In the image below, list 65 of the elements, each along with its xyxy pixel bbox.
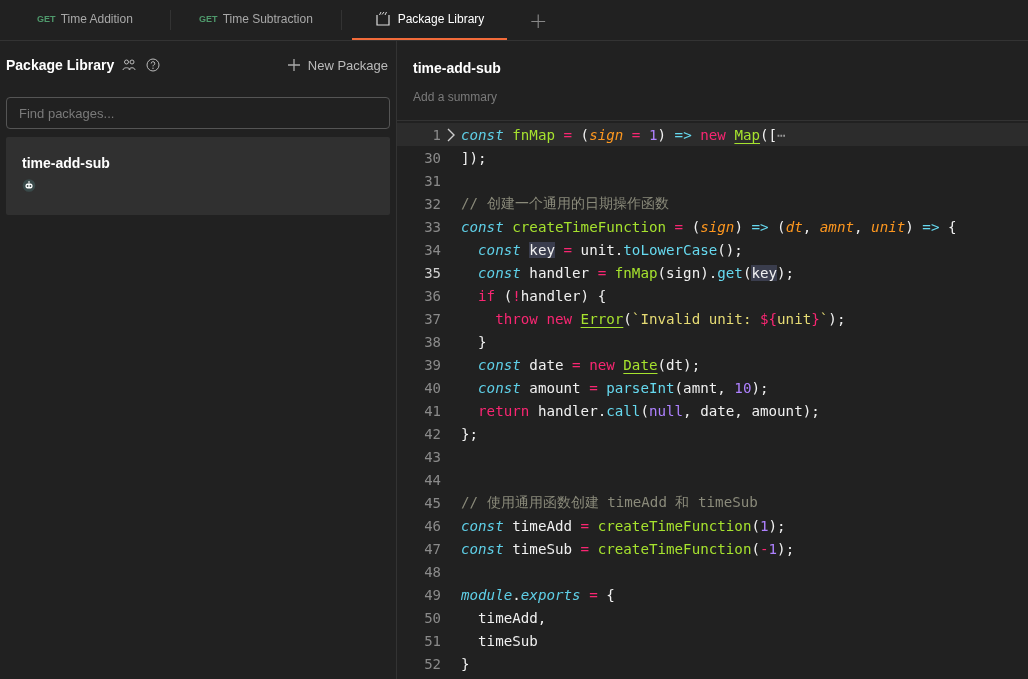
code-line: } <box>477 333 487 350</box>
help-icon <box>146 58 161 72</box>
code-line: throw new Error(`Invalid unit: ${unit}`); <box>494 310 846 327</box>
code-comment: // 创建一个通用的日期操作函数 <box>461 194 669 213</box>
code-line: const fnMap = (sign = 1) => new Map([⋯ <box>461 126 786 143</box>
line-number: 43 <box>423 448 441 465</box>
plus-icon <box>287 59 300 71</box>
code-comment: // 使用通用函数创建 timeAdd 和 timeSub <box>461 493 758 512</box>
tab-label: Package Library <box>397 12 485 26</box>
method-label: GET <box>37 14 56 24</box>
line-number: 35 <box>423 264 441 281</box>
line-number: 39 <box>423 356 441 373</box>
tab[interactable]: GET Time Addition <box>0 0 170 40</box>
robot-icon <box>22 178 36 192</box>
package-title: time-add-sub <box>412 59 502 76</box>
line-number: 37 <box>423 310 441 327</box>
summary-field[interactable]: Add a summary <box>413 89 1012 105</box>
line-number: 33 <box>423 218 441 235</box>
line-number: 31 <box>423 172 441 189</box>
code-line: } <box>461 655 470 672</box>
line-number: 44 <box>423 471 441 488</box>
tab[interactable]: Package Library <box>352 0 507 40</box>
line-number: 40 <box>423 379 441 396</box>
line-number: 36 <box>423 287 441 304</box>
code-line: const createTimeFunction = (sign) => (dt, amnt, unit) => { <box>461 218 957 235</box>
code-line: }; <box>461 425 479 442</box>
line-number: 51 <box>423 632 441 649</box>
line-number: 47 <box>423 540 441 557</box>
search-field[interactable]: Find packages... <box>6 97 390 129</box>
line-number: 50 <box>423 609 441 626</box>
line-number: 41 <box>423 402 441 419</box>
line-number: 45 <box>423 494 441 511</box>
code-line: timeAdd, <box>477 609 547 626</box>
package-item[interactable]: time-add-sub <box>6 137 390 215</box>
method-label: GET <box>199 14 218 24</box>
people-icon <box>122 58 137 72</box>
code-line: const amount = parseInt(amnt, 10); <box>477 379 769 396</box>
line-number: 38 <box>423 333 441 350</box>
code-line: module.exports = { <box>461 586 615 603</box>
line-number: 46 <box>423 517 441 534</box>
package-icon <box>374 11 391 27</box>
tab-label: Time Subtraction <box>222 12 313 26</box>
code-line: const date = new Date(dt); <box>477 356 701 373</box>
code-line: const handler = fnMap(sign).get(key); <box>477 264 795 281</box>
line-number: 48 <box>423 563 441 580</box>
code-line: if (!handler) { <box>477 287 607 304</box>
code-line: ]); <box>461 149 487 166</box>
line-number: 30 <box>423 149 441 166</box>
line-number: 49 <box>423 586 441 603</box>
line-number: 1 <box>431 126 441 143</box>
new-package-button[interactable]: New Package <box>287 57 388 73</box>
code-line: return handler.call(null, date, amount); <box>477 402 820 419</box>
code-line: const timeSub = createTimeFunction(-1); <box>461 540 795 557</box>
code-line: const timeAdd = createTimeFunction(1); <box>461 517 786 534</box>
sidebar-title: Package Library <box>6 57 115 73</box>
line-number: 42 <box>423 425 441 442</box>
code-line: const key = unit.toLowerCase(); <box>477 241 743 258</box>
line-number: 52 <box>423 655 441 672</box>
new-tab-button[interactable]: + <box>519 0 558 40</box>
tab[interactable]: GET Time Subtraction <box>171 0 341 40</box>
code-line: timeSub <box>477 632 538 649</box>
line-number: 34 <box>423 241 441 258</box>
tab-label: Time Addition <box>60 12 133 26</box>
line-number: 32 <box>423 195 441 212</box>
chevron-icon[interactable] <box>447 127 455 142</box>
